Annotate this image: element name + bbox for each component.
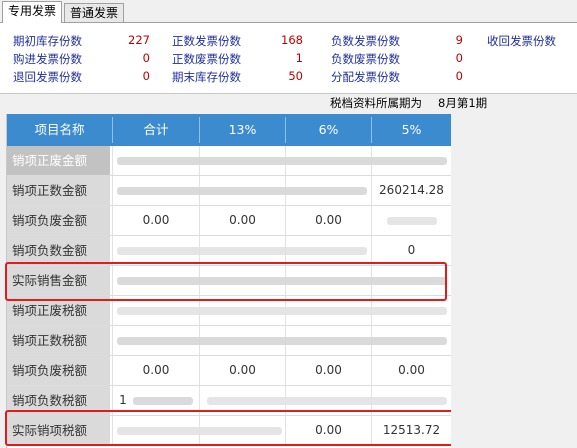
cell-6pct: 0.00: [315, 423, 342, 437]
col-header-5pct: 5%: [401, 122, 422, 137]
cell-total: 1: [119, 393, 127, 407]
stat-value-opening-stock: 227: [128, 33, 150, 47]
redacted-value: [117, 427, 282, 435]
stat-value-positive-void: 1: [295, 51, 303, 65]
cell-5pct: 0: [407, 243, 416, 257]
redacted-value: [117, 247, 367, 255]
table-row[interactable]: 实际销项税额 0.00 12513.72: [7, 416, 451, 446]
cell-6pct: 0.00: [315, 213, 342, 227]
table-header: 项目名称 合计 13% 6% 5%: [7, 114, 451, 146]
cell-5pct: 12513.72: [382, 423, 441, 437]
stat-value-purchased: 0: [142, 51, 150, 65]
stat-label-returned: 退回发票份数: [13, 70, 82, 84]
cell-total: 0.00: [142, 363, 170, 377]
col-header-item-name: 项目名称: [34, 122, 85, 137]
tab-ordinary-invoice[interactable]: 普通发票: [64, 3, 125, 22]
empty-right-pane: [451, 114, 577, 448]
stat-label-purchased: 购进发票份数: [13, 52, 82, 66]
redacted-value: [207, 397, 447, 405]
stat-label-positive-void: 正数废票份数: [172, 52, 241, 66]
stat-label-positive-invoices: 正数发票份数: [172, 34, 241, 48]
table-row[interactable]: 销项负数税额 1: [7, 386, 451, 416]
row-label: 销项负数金额: [7, 236, 110, 265]
redacted-value: [117, 187, 367, 195]
stat-label-closing-stock: 期末库存份数: [172, 70, 241, 84]
redacted-value: [117, 307, 447, 315]
table-row[interactable]: 销项负废金额 0.00 0.00 0.00: [7, 206, 451, 236]
row-label: 实际销售金额: [7, 266, 110, 295]
row-label: 销项正废税额: [7, 296, 110, 325]
cell-13pct: 0.00: [229, 363, 256, 377]
cell-13pct: 0.00: [229, 213, 256, 227]
invoice-tab-bar: 专用发票 普通发票: [0, 0, 577, 23]
redacted-value: [133, 397, 193, 405]
table-row[interactable]: 销项正废金额: [7, 146, 451, 176]
invoice-stats-panel: 期初库存份数 227 购进发票份数 0 退回发票份数 0 正数发票份数 168 …: [0, 23, 577, 94]
stat-value-closing-stock: 50: [288, 69, 303, 83]
row-label: 实际销项税额: [7, 416, 110, 445]
redacted-value: [117, 277, 447, 285]
stat-label-opening-stock: 期初库存份数: [13, 34, 82, 48]
row-label: 销项负数税额: [7, 386, 110, 415]
sales-tax-table: 项目名称 合计 13% 6% 5% 销项正废金额 销项正数金额 260214.2…: [5, 114, 456, 448]
redacted-value: [117, 157, 447, 165]
row-label: 销项正废金额: [7, 146, 110, 175]
row-label: 销项正数税额: [7, 326, 110, 355]
col-header-13pct: 13%: [228, 122, 257, 137]
redacted-value: [117, 337, 447, 345]
stat-value-allocated: 0: [455, 69, 463, 83]
row-label: 销项正数金额: [7, 176, 110, 205]
row-label: 销项负废金额: [7, 206, 110, 235]
stat-value-positive-invoices: 168: [281, 33, 303, 47]
period-value: 8月第1期: [438, 96, 488, 110]
stat-value-returned: 0: [142, 69, 150, 83]
table-row[interactable]: 销项正数税额: [7, 326, 451, 356]
row-label: 销项负废税额: [7, 356, 110, 385]
stat-label-negative-void: 负数废票份数: [331, 52, 400, 66]
stat-value-negative-void: 0: [455, 51, 463, 65]
redacted-value: [387, 217, 437, 225]
cell-6pct: 0.00: [315, 363, 342, 377]
cell-5pct: 0.00: [398, 363, 425, 377]
col-header-6pct: 6%: [318, 122, 339, 137]
table-row[interactable]: 实际销售金额: [7, 266, 451, 296]
stat-label-allocated: 分配发票份数: [331, 70, 400, 84]
table-row[interactable]: 销项正数金额 260214.28: [7, 176, 451, 206]
table-row[interactable]: 销项负数金额 0: [7, 236, 451, 266]
table-row[interactable]: 销项正废税额: [7, 296, 451, 326]
cell-5pct: 260214.28: [379, 183, 444, 197]
cell-total: 0.00: [142, 213, 170, 227]
stat-label-recovered: 收回发票份数: [487, 34, 556, 48]
table-row[interactable]: 销项负废税额 0.00 0.00 0.00 0.00: [7, 356, 451, 386]
stat-value-negative-invoices: 9: [455, 33, 463, 47]
stat-label-negative-invoices: 负数发票份数: [331, 34, 400, 48]
col-header-total: 合计: [143, 122, 169, 137]
period-label: 税档资料所属期为: [330, 96, 422, 110]
tab-special-invoice[interactable]: 专用发票: [2, 1, 63, 23]
